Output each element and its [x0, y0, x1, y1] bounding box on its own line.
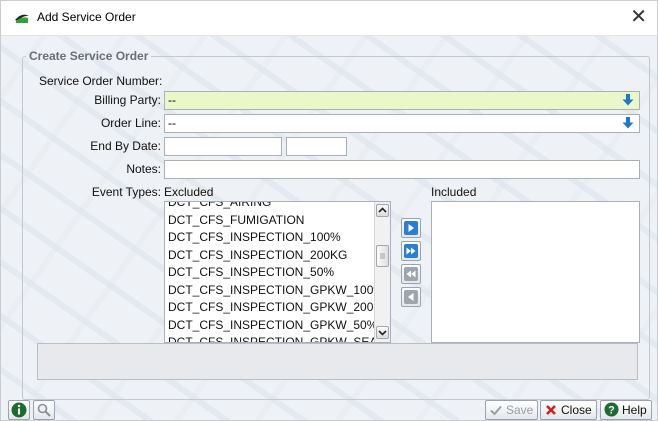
close-label: Close — [561, 403, 592, 417]
move-left-icon — [404, 290, 418, 304]
service-order-number-label: Service Order Number: — [39, 74, 163, 88]
move-all-right-button[interactable] — [401, 241, 421, 261]
help-button[interactable]: ? Help — [600, 400, 652, 420]
end-by-time-field[interactable] — [286, 137, 347, 156]
checkmark-icon — [490, 405, 502, 416]
excluded-scrollbar[interactable] — [374, 202, 390, 342]
move-right-icon — [404, 221, 418, 235]
scroll-up-button[interactable] — [376, 204, 389, 217]
order-line-value: -- — [168, 116, 176, 130]
scroll-thumb[interactable] — [376, 245, 389, 267]
included-list[interactable] — [431, 201, 640, 343]
scroll-down-button[interactable] — [376, 326, 389, 339]
help-icon: ? — [604, 402, 619, 417]
info-button[interactable] — [8, 400, 30, 420]
magnifier-icon — [37, 403, 51, 417]
end-by-date-field[interactable] — [164, 137, 282, 156]
excluded-list-item[interactable]: DCT_CFS_INSPECTION_GPKW_SEAL — [165, 334, 384, 342]
billing-party-field[interactable]: -- — [164, 91, 640, 110]
move-all-left-icon — [404, 267, 418, 281]
end-by-date-label: End By Date: — [90, 139, 161, 153]
save-button[interactable]: Save — [485, 400, 539, 420]
excluded-list-item[interactable]: DCT_CFS_INSPECTION_GPKW_50% — [165, 317, 377, 335]
move-right-button[interactable] — [401, 218, 421, 238]
close-button[interactable]: Close — [540, 400, 597, 420]
dialog-window: Add Service Order ✕ Create Service Order… — [0, 0, 658, 421]
window-title: Add Service Order — [37, 10, 136, 24]
billing-party-label: Billing Party: — [94, 93, 161, 107]
move-all-left-button[interactable] — [401, 264, 421, 284]
app-logo-icon — [14, 11, 30, 28]
move-left-button[interactable] — [401, 287, 421, 307]
billing-party-dropdown-icon[interactable] — [621, 93, 635, 107]
excluded-header: Excluded — [164, 185, 214, 199]
svg-text:?: ? — [608, 405, 615, 417]
included-header: Included — [431, 185, 477, 199]
excluded-list-item[interactable]: DCT_CFS_INSPECTION_50% — [165, 264, 375, 282]
excluded-list-item[interactable]: DCT_CFS_AIRING — [165, 202, 375, 212]
notes-label: Notes: — [126, 162, 161, 176]
excluded-list-item[interactable]: DCT_CFS_INSPECTION_200KG — [165, 247, 375, 265]
title-bar: Add Service Order ✕ — [1, 1, 657, 36]
order-line-field[interactable]: -- — [164, 114, 640, 133]
excluded-list-item[interactable]: DCT_CFS_FUMIGATION — [165, 212, 375, 230]
notes-field[interactable] — [164, 160, 640, 179]
order-line-dropdown-icon[interactable] — [621, 116, 635, 130]
event-types-label: Event Types: — [91, 185, 161, 199]
grip-icon — [380, 253, 385, 259]
group-legend: Create Service Order — [29, 49, 149, 63]
save-label: Save — [506, 403, 534, 417]
close-icon — [546, 405, 556, 415]
message-bar — [37, 343, 638, 380]
close-window-button[interactable]: ✕ — [630, 5, 647, 29]
billing-party-value: -- — [168, 93, 176, 107]
excluded-list-item[interactable]: DCT_CFS_INSPECTION_GPKW_100% — [165, 282, 384, 300]
help-label: Help — [622, 403, 647, 417]
order-line-label: Order Line: — [100, 116, 161, 130]
move-all-right-icon — [404, 244, 418, 258]
chevron-up-icon — [378, 207, 387, 213]
excluded-list-item[interactable]: DCT_CFS_INSPECTION_GPKW_200KG — [165, 299, 390, 317]
excluded-list[interactable]: DCT_CFS_AIRING DCT_CFS_FUMIGATION DCT_CFS_… — [164, 201, 391, 343]
search-button[interactable] — [33, 400, 55, 420]
info-icon — [11, 402, 27, 418]
excluded-list-item[interactable]: DCT_CFS_INSPECTION_100% — [165, 229, 375, 247]
dialog-content: Create Service Order Service Order Numbe… — [1, 36, 657, 420]
chevron-down-icon — [378, 330, 387, 336]
